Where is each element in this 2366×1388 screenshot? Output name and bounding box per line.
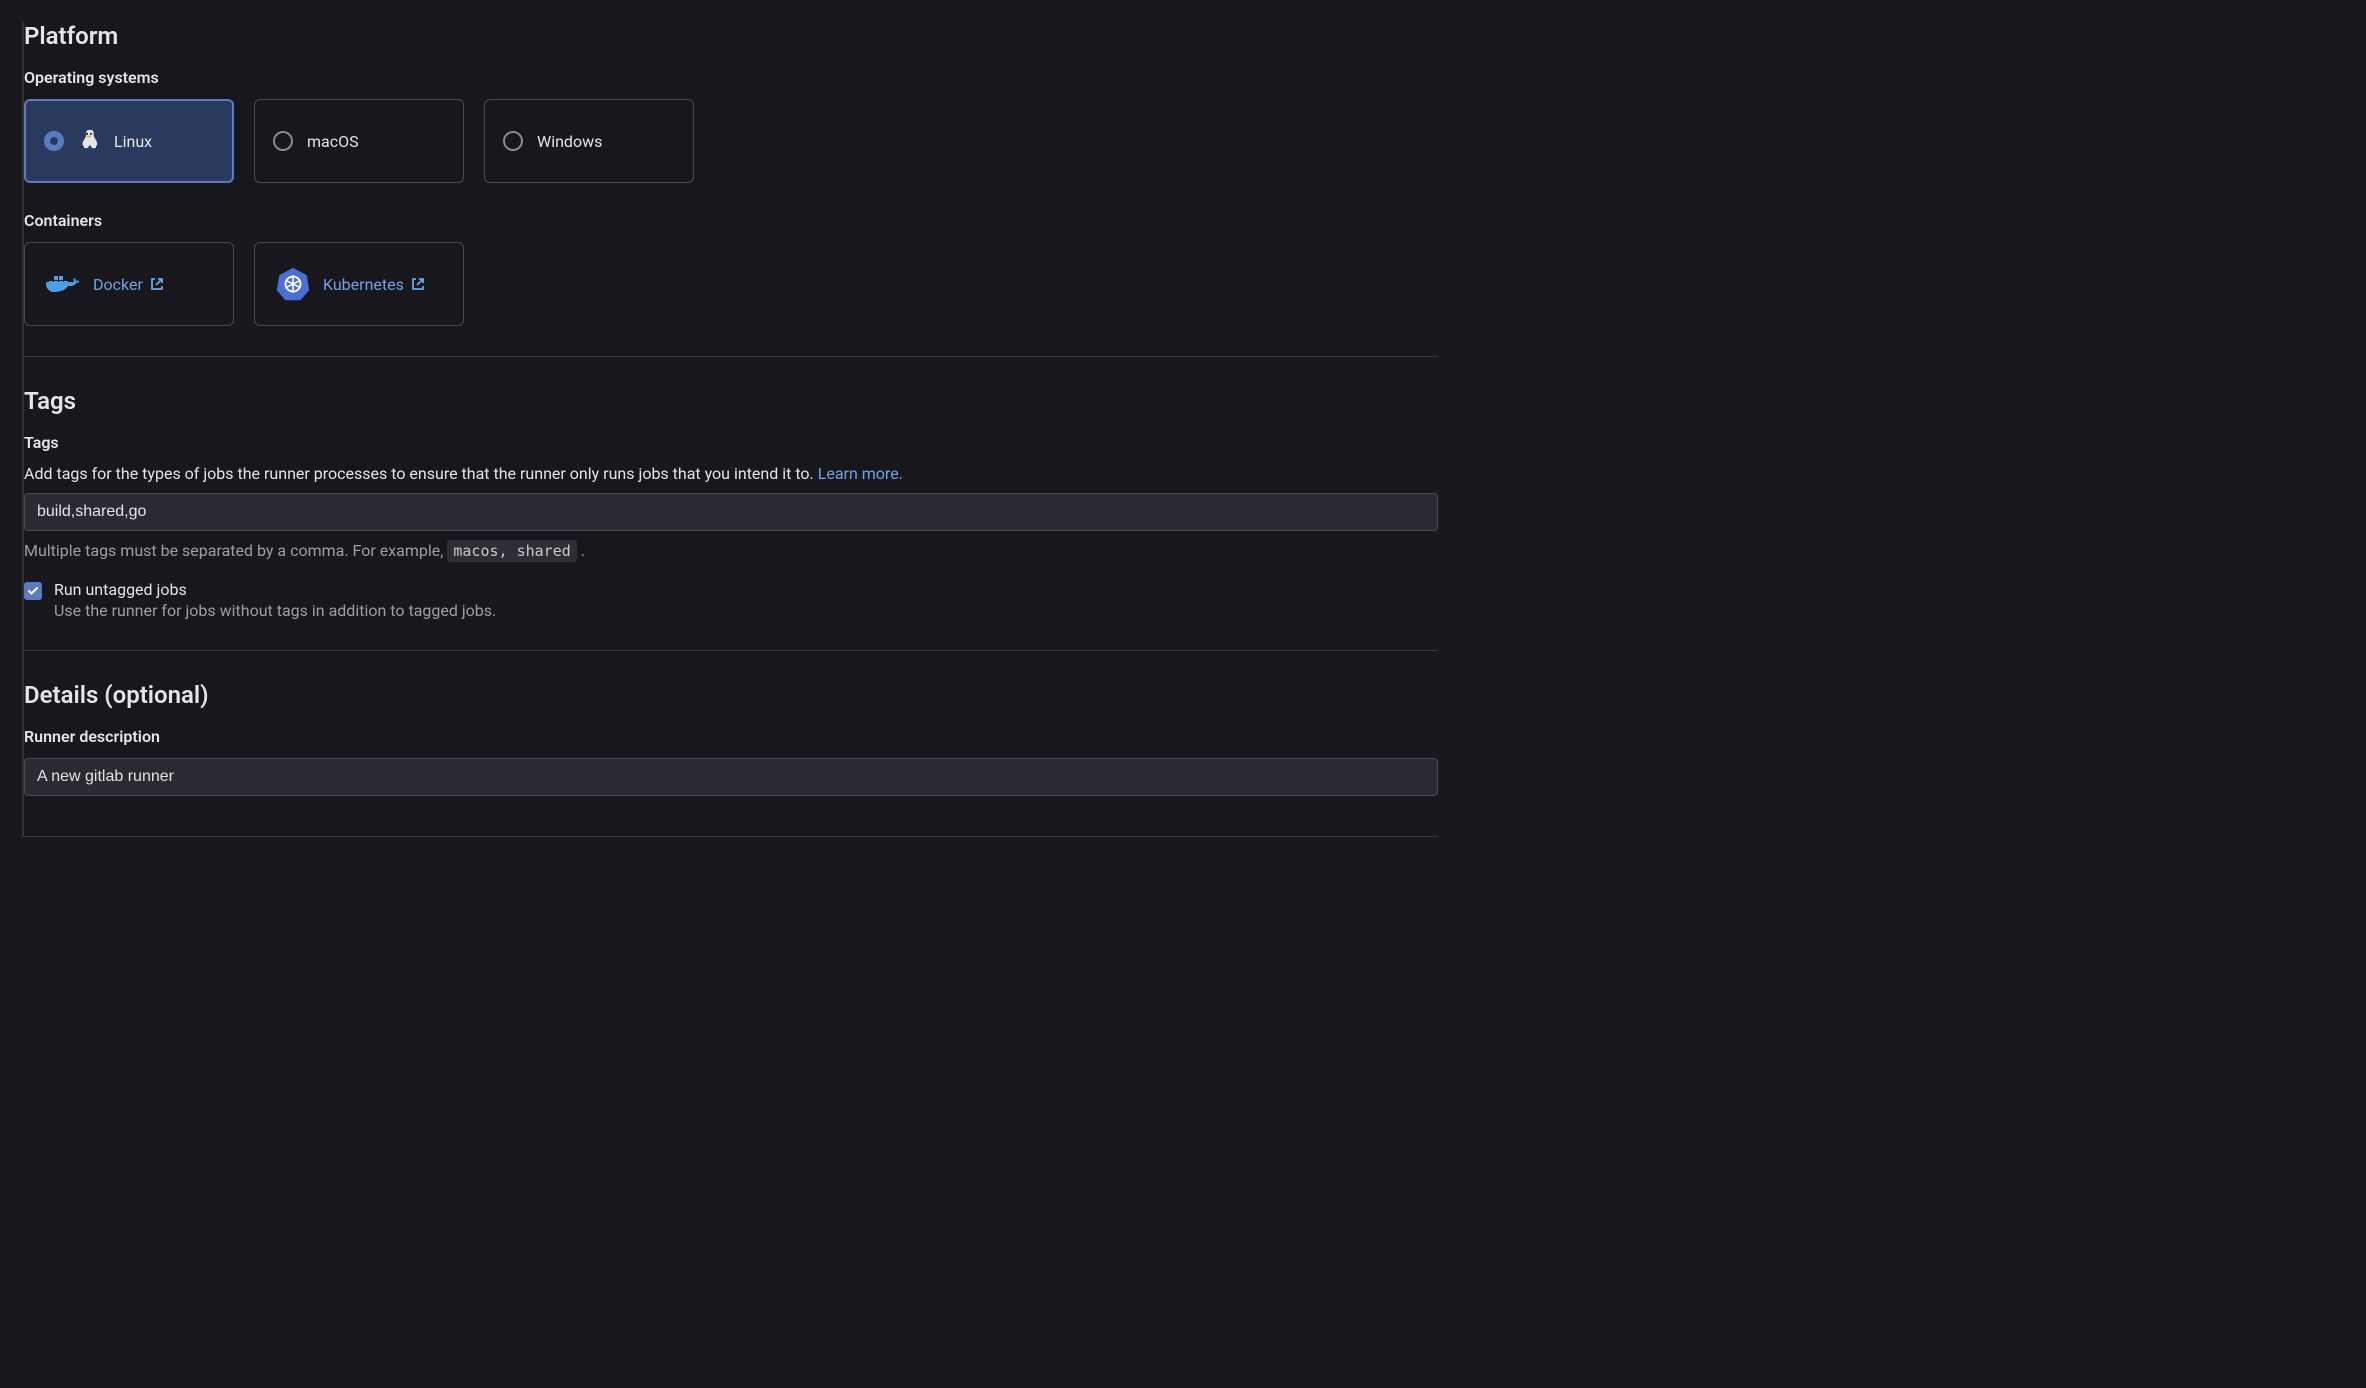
radio-icon <box>503 131 523 151</box>
run-untagged-label: Run untagged jobs <box>54 580 496 599</box>
os-option-linux[interactable]: Linux <box>24 99 234 183</box>
os-label: Operating systems <box>24 68 1438 87</box>
tags-help-text: Add tags for the types of jobs the runne… <box>24 464 1438 483</box>
container-options: Docker <box>24 242 1438 326</box>
os-option-windows[interactable]: Windows <box>484 99 694 183</box>
linux-icon <box>78 129 100 153</box>
divider <box>24 836 1438 837</box>
containers-label: Containers <box>24 211 1438 230</box>
description-input[interactable] <box>24 758 1438 796</box>
container-option-kubernetes[interactable]: Kubernetes <box>254 242 464 326</box>
container-label: Docker <box>93 275 165 294</box>
os-option-label: macOS <box>307 132 359 151</box>
check-icon <box>27 585 39 597</box>
run-untagged-checkbox[interactable] <box>24 582 42 600</box>
details-heading: Details (optional) <box>24 681 1438 709</box>
tags-hint-code: macos, shared <box>447 540 576 562</box>
tags-heading: Tags <box>24 387 1438 415</box>
platform-section: Platform Operating systems Linux macOS <box>24 22 1438 326</box>
radio-selected-icon <box>44 131 64 151</box>
radio-icon <box>273 131 293 151</box>
description-label: Runner description <box>24 727 1438 746</box>
os-options: Linux macOS Windows <box>24 99 1438 183</box>
details-section: Details (optional) Runner description <box>24 681 1438 806</box>
run-untagged-row: Run untagged jobs Use the runner for job… <box>24 580 1438 620</box>
external-link-icon <box>149 276 165 292</box>
platform-heading: Platform <box>24 22 1438 50</box>
docker-icon <box>43 269 83 299</box>
tags-input[interactable] <box>24 493 1438 531</box>
os-option-label: Linux <box>114 132 152 151</box>
run-untagged-help: Use the runner for jobs without tags in … <box>54 601 496 620</box>
divider <box>24 650 1438 651</box>
tags-section: Tags Tags Add tags for the types of jobs… <box>24 387 1438 620</box>
tags-field-label: Tags <box>24 433 1438 452</box>
kubernetes-icon <box>273 269 313 299</box>
os-option-macos[interactable]: macOS <box>254 99 464 183</box>
external-link-icon <box>410 276 426 292</box>
learn-more-link[interactable]: Learn more. <box>818 464 903 483</box>
runner-form: Platform Operating systems Linux macOS <box>22 22 1438 837</box>
os-option-label: Windows <box>537 132 602 151</box>
tags-hint: Multiple tags must be separated by a com… <box>24 541 1438 560</box>
container-option-docker[interactable]: Docker <box>24 242 234 326</box>
container-label: Kubernetes <box>323 275 426 294</box>
divider <box>24 356 1438 357</box>
